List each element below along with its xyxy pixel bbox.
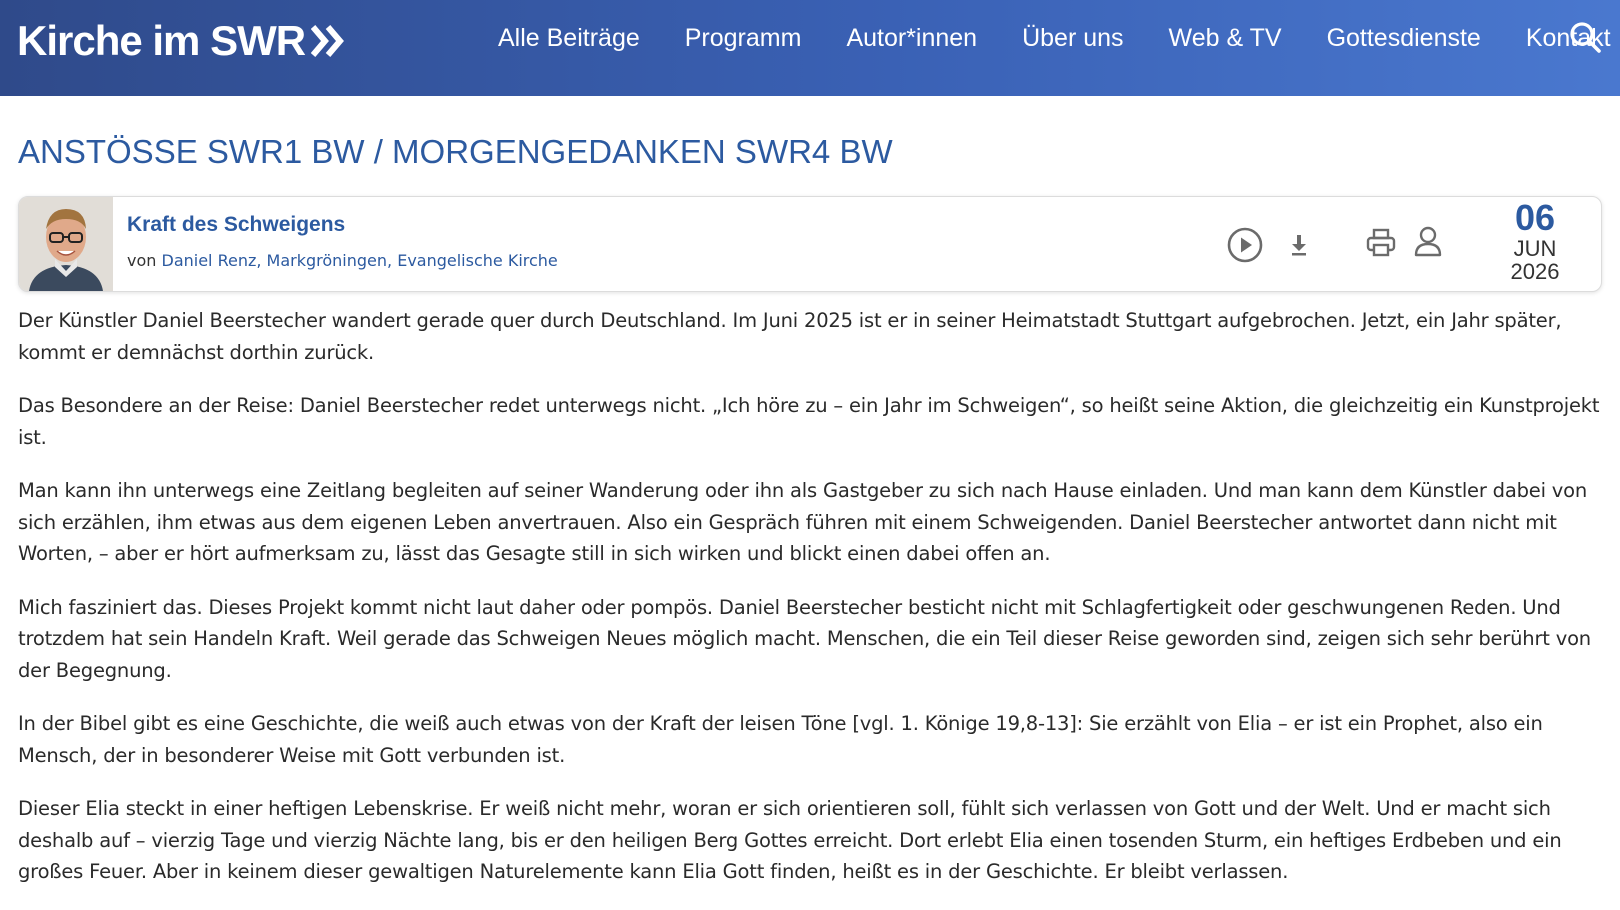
article-paragraph: Das Besondere an der Reise: Daniel Beers… [18,394,1600,449]
byline: von Daniel Renz, Markgröningen, Evangeli… [127,251,558,270]
print-button[interactable] [1365,227,1397,259]
date-year: 2026 [1510,259,1560,284]
nav-item-alle-beitraege[interactable]: Alle Beiträge [498,18,640,58]
search-icon [1570,22,1601,53]
site-header: Kirche im SWR Alle Beiträge Programm Aut… [0,0,1620,96]
publish-date: 06 JUN 2026 [1489,197,1581,283]
main-nav: Alle Beiträge Programm Autor*innen Über … [498,18,1620,58]
article-paragraph: Man kann ihn unterwegs eine Zeitlang beg… [18,479,1588,565]
play-icon [1227,227,1263,263]
double-chevron-icon [311,23,345,59]
article-paragraph: Mich fasziniert das. Dieses Projekt komm… [18,595,1591,682]
brand-name: Kirche im SWR [17,17,306,64]
author-avatar [19,197,113,291]
nav-item-ueber-uns[interactable]: Über uns [1022,18,1123,58]
byline-prefix: von [127,251,157,270]
episode-card: Kraft des Schweigens von Daniel Renz, Ma… [18,196,1602,292]
search-button[interactable] [1568,20,1602,54]
download-button[interactable] [1289,233,1309,257]
play-button[interactable] [1227,227,1263,263]
nav-item-autorinnen[interactable]: Autor*innen [846,18,977,58]
episode-title[interactable]: Kraft des Schweigens [127,213,345,237]
article-paragraph: Dieser Elia steckt in einer heftigen Leb… [18,797,1562,883]
article-body: Der Künstler Daniel Beerstecher wandert … [18,305,1602,910]
nav-item-programm[interactable]: Programm [685,18,802,58]
date-day: 06 [1514,197,1556,238]
article-paragraph: Der Künstler Daniel Beerstecher wandert … [18,309,1562,364]
author-profile-button[interactable] [1413,225,1443,257]
author-link[interactable]: Daniel Renz, Markgröningen, Evangelische… [162,251,558,270]
article-paragraph: In der Bibel gibt es eine Geschichte, di… [18,712,1543,767]
person-icon [1414,226,1442,257]
print-icon [1366,228,1396,257]
date-month: JUN [1513,236,1557,261]
download-icon [1292,235,1306,256]
section-title: ANSTÖSSE SWR1 BW / MORGENGEDANKEN SWR4 B… [18,133,893,170]
nav-item-gottesdienste[interactable]: Gottesdienste [1327,18,1481,58]
site-logo[interactable]: Kirche im SWR [17,16,345,66]
nav-item-web-tv[interactable]: Web & TV [1169,18,1282,58]
